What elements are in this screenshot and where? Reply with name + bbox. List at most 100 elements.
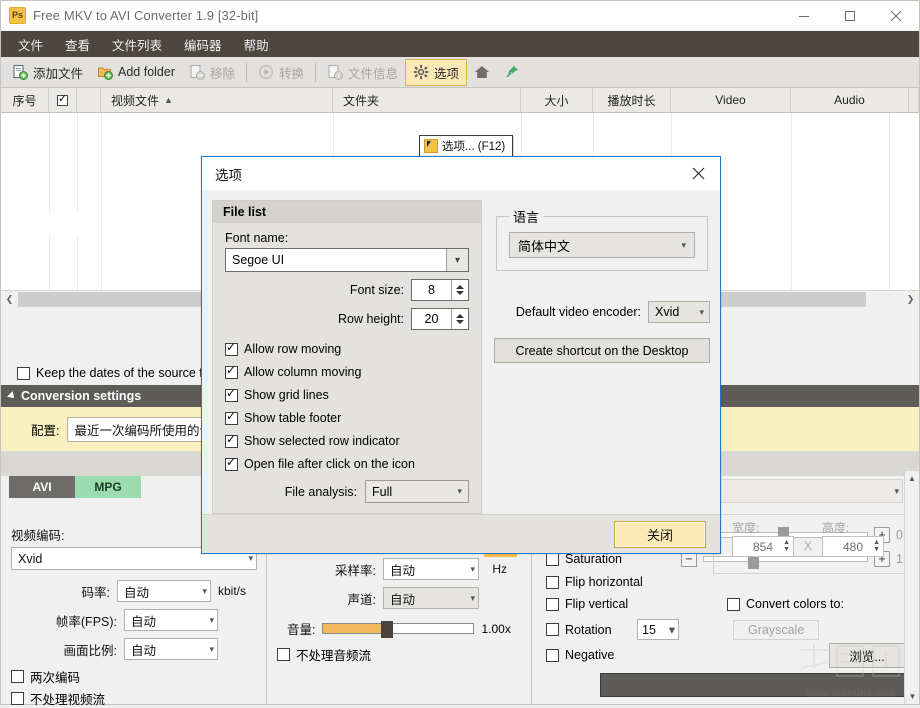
column-header-folder[interactable]: 文件夹 <box>333 88 521 112</box>
create-shortcut-button[interactable]: Create shortcut on the Desktop <box>494 338 710 363</box>
language-group-title: 语言 <box>513 210 540 225</box>
font-size-row: Font size: 8 <box>225 279 469 301</box>
dialog-close-button[interactable]: 关闭 <box>614 520 706 548</box>
volume-knob[interactable] <box>381 621 394 638</box>
menu-item-help[interactable]: 帮助 <box>233 32 280 57</box>
width-spinner-icon[interactable]: ▲ ▼ <box>783 539 790 553</box>
toolbar-remove-button[interactable]: 移除 <box>182 60 242 85</box>
column-header-duration[interactable]: 播放时长 <box>593 88 671 112</box>
toolbar-pin-button[interactable] <box>497 60 527 85</box>
sort-ascending-icon: ▲ <box>164 95 173 105</box>
scroll-down-icon[interactable]: ▼ <box>905 689 920 704</box>
default-encoder-chevron-down-icon: ▾ <box>699 306 704 317</box>
font-name-combo[interactable]: Segoe UI ▾ <box>225 248 469 272</box>
no-audio-row[interactable]: 不处理音频流 <box>277 645 521 664</box>
option-show-table-footer[interactable]: Show table footer <box>225 409 469 425</box>
scroll-left-icon[interactable]: ❮ <box>1 291 18 308</box>
allow-column-moving-checkbox[interactable] <box>225 363 238 379</box>
language-combo[interactable]: 简体中文 ▾ <box>509 232 695 258</box>
column-header-icon[interactable] <box>77 88 101 112</box>
option-show-grid-lines[interactable]: Show grid lines <box>225 386 469 402</box>
row-height-stepper-icon[interactable] <box>451 309 468 329</box>
flip-vertical-row[interactable]: Flip vertical Convert colors to: <box>546 597 907 611</box>
menu-item-filelist[interactable]: 文件列表 <box>101 32 173 57</box>
height-spinner-icon[interactable]: ▲ ▼ <box>873 539 880 553</box>
toolbar-convert-button[interactable]: 转换 <box>251 60 311 85</box>
option-allow-row-moving[interactable]: Allow row moving <box>225 340 469 356</box>
tab-avi[interactable]: AVI <box>9 476 75 498</box>
option-show-selected-row-indicator[interactable]: Show selected row indicator <box>225 432 469 448</box>
menu-item-view[interactable]: 查看 <box>54 32 101 57</box>
toolbar-separator-2 <box>315 62 317 82</box>
height-input[interactable]: 480 ▲ ▼ <box>822 536 885 557</box>
column-header-video-file[interactable]: 视频文件 ▲ <box>101 88 333 112</box>
menu-item-encoder[interactable]: 编码器 <box>173 32 233 57</box>
flip-horizontal-checkbox[interactable] <box>546 575 559 589</box>
rotation-combo[interactable]: 15 ▾ <box>637 619 679 640</box>
default-encoder-combo[interactable]: Xvid ▾ <box>648 301 710 323</box>
allow-column-moving-label: Allow column moving <box>244 365 362 379</box>
toolbar-home-button[interactable] <box>467 60 497 85</box>
table-row[interactable] <box>25 213 87 235</box>
row-height-spinner[interactable]: 20 <box>411 308 469 330</box>
toolbar-file-info-button[interactable]: i 文件信息 <box>320 60 405 85</box>
rotation-checkbox[interactable] <box>546 623 559 636</box>
open-file-after-click-checkbox[interactable] <box>225 455 238 471</box>
width-input[interactable]: 854 ▲ ▼ <box>732 536 794 557</box>
audio-samplerate-combo[interactable]: 自动 ▾ <box>383 558 479 580</box>
video-aspect-combo[interactable]: 自动 ▾ <box>124 638 218 660</box>
scroll-right-icon[interactable]: ❯ <box>902 291 919 308</box>
dialog-close-icon[interactable] <box>676 157 720 190</box>
no-video-row[interactable]: 不处理视频流 <box>11 689 256 708</box>
negative-checkbox[interactable] <box>546 648 559 662</box>
keep-dates-checkbox[interactable] <box>17 366 30 380</box>
right-vscrollbar[interactable]: ▲ ▼ <box>904 471 919 704</box>
negative-row[interactable]: Negative <box>546 648 907 662</box>
option-open-file-after-click[interactable]: Open file after click on the icon <box>225 455 469 471</box>
minimize-button[interactable] <box>781 1 827 31</box>
close-button[interactable] <box>873 1 919 31</box>
column-header-video[interactable]: Video <box>671 88 791 112</box>
two-pass-checkbox[interactable] <box>11 670 24 683</box>
dialog-title-bar: 选项 <box>202 157 720 190</box>
scroll-up-icon[interactable]: ▲ <box>905 471 919 486</box>
video-fps-combo[interactable]: 自动 ▾ <box>124 609 218 631</box>
font-size-stepper-icon[interactable] <box>451 280 468 300</box>
volume-slider[interactable] <box>322 621 475 638</box>
file-analysis-combo[interactable]: Full ▾ <box>365 480 469 503</box>
maximize-button[interactable] <box>827 1 873 31</box>
font-name-label: Font name: <box>225 231 289 245</box>
checkbox-header-icon[interactable] <box>57 92 68 106</box>
tab-mpg[interactable]: MPG <box>75 476 141 498</box>
no-audio-checkbox[interactable] <box>277 648 290 661</box>
show-table-footer-checkbox[interactable] <box>225 409 238 425</box>
preset-combo[interactable]: ▾ <box>713 479 903 503</box>
video-bitrate-combo[interactable]: 自动 ▾ <box>117 580 211 602</box>
no-video-checkbox[interactable] <box>11 692 24 705</box>
column-header-index[interactable]: 序号 <box>1 88 49 112</box>
toolbar-add-folder-button[interactable]: Add folder <box>90 60 182 85</box>
column-header-checkbox[interactable] <box>49 88 77 112</box>
flip-horizontal-row[interactable]: Flip horizontal <box>546 575 907 589</box>
rotation-row[interactable]: Rotation 15 ▾ Grayscale <box>546 619 907 640</box>
menu-item-file[interactable]: 文件 <box>7 32 54 57</box>
flip-vertical-checkbox[interactable] <box>546 597 559 611</box>
show-selected-row-indicator-checkbox[interactable] <box>225 432 238 448</box>
row-height-row: Row height: 20 <box>225 308 469 330</box>
convert-colors-checkbox[interactable] <box>727 597 740 611</box>
font-name-chevron-down-icon[interactable]: ▾ <box>446 249 468 271</box>
two-pass-row[interactable]: 两次编码 <box>11 667 256 686</box>
toolbar-add-file-button[interactable]: 添加文件 <box>5 60 90 85</box>
width-label: 宽度: <box>732 521 760 535</box>
video-aspect-label: 画面比例: <box>63 643 117 658</box>
audio-channels-combo[interactable]: 自动 ▾ <box>383 587 479 609</box>
convert-play-icon <box>258 64 274 80</box>
allow-row-moving-checkbox[interactable] <box>225 340 238 356</box>
font-size-spinner[interactable]: 8 <box>411 279 469 301</box>
show-grid-lines-checkbox[interactable] <box>225 386 238 402</box>
saturation-checkbox[interactable] <box>546 552 559 566</box>
option-allow-column-moving[interactable]: Allow column moving <box>225 363 469 379</box>
toolbar-options-button[interactable]: 选项 <box>405 58 468 86</box>
column-header-audio[interactable]: Audio <box>791 88 909 112</box>
column-header-size[interactable]: 大小 <box>521 88 593 112</box>
